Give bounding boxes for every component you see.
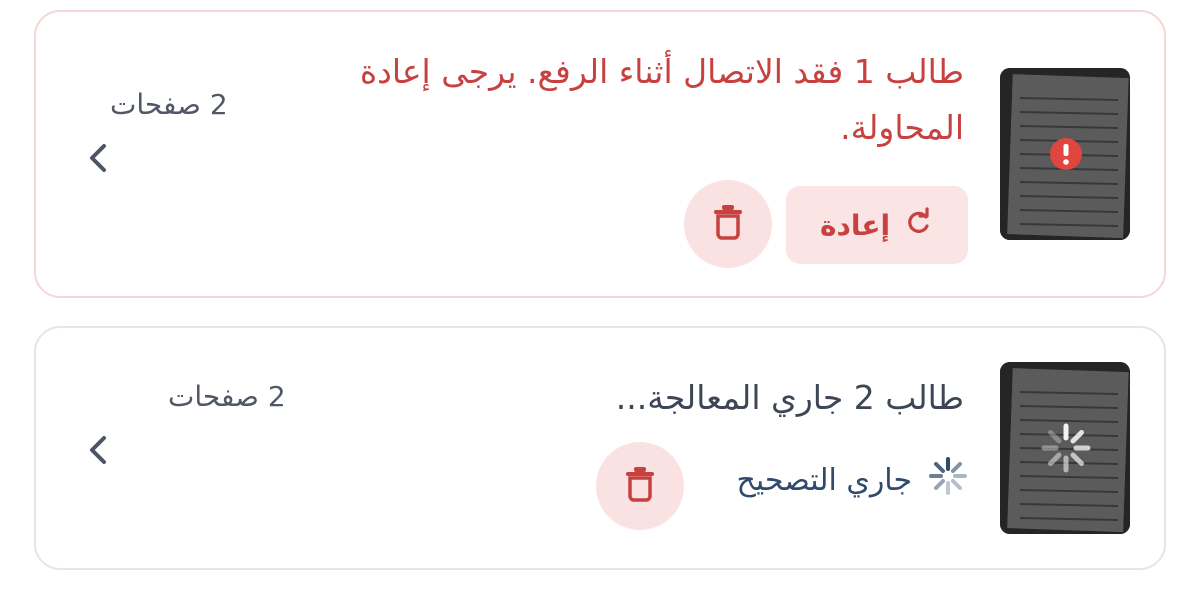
document-image: [1000, 68, 1130, 240]
document-thumbnail[interactable]: [1000, 362, 1130, 534]
delete-button[interactable]: [596, 442, 684, 530]
status-label: جاري التصحيح: [736, 462, 912, 498]
page-count: 2 صفحات: [168, 380, 286, 413]
trash-icon: [712, 204, 744, 244]
trash-icon: [624, 466, 656, 506]
refresh-icon: [904, 206, 934, 244]
upload-error-title: طالب 1 فقد الاتصال أثناء الرفع. يرجى إعا…: [359, 52, 964, 147]
retry-label: إعادة: [819, 208, 891, 242]
upload-card-student-2[interactable]: طالب 2 جاري المعالجة... 2 صفحات جاري الت…: [34, 326, 1166, 570]
processing-title: طالب 2 جاري المعالجة...: [615, 378, 964, 417]
retry-button[interactable]: إعادة: [786, 186, 968, 264]
chevron-left-icon[interactable]: [84, 432, 112, 468]
upload-card-student-1[interactable]: طالب 1 فقد الاتصال أثناء الرفع. يرجى إعا…: [34, 10, 1166, 298]
error-icon: [1050, 138, 1082, 170]
page-count: 2 صفحات: [110, 88, 228, 121]
grading-status: جاري التصحيح: [736, 456, 968, 504]
document-thumbnail[interactable]: [1000, 68, 1130, 240]
document-image: [1000, 362, 1130, 534]
spinner-icon: [928, 456, 968, 504]
chevron-left-icon[interactable]: [84, 140, 112, 176]
delete-button[interactable]: [684, 180, 772, 268]
